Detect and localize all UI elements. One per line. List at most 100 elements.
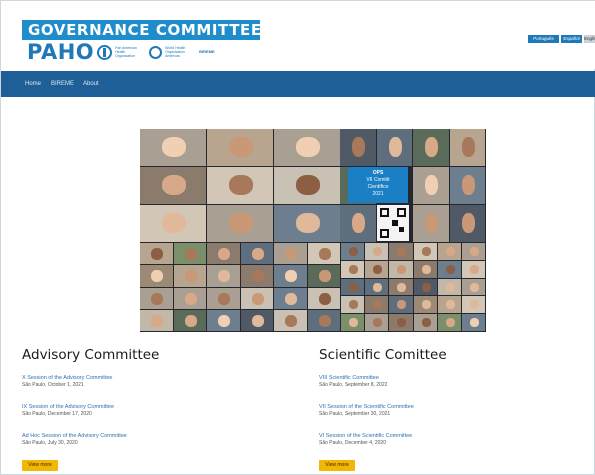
advisory-entry-link[interactable]: X Session of the Advisory Committee xyxy=(22,375,262,382)
bireme-logo-text: BIREME xyxy=(199,49,215,54)
participant-tile xyxy=(207,205,273,242)
participant-tile xyxy=(365,278,389,296)
participant-tile xyxy=(240,309,273,331)
participant-tile xyxy=(340,129,376,166)
participant-tile xyxy=(365,243,389,260)
who-org-text: World Health Organization Americas xyxy=(165,46,186,58)
participant-tile xyxy=(140,309,173,331)
participant-face xyxy=(184,248,197,260)
participant-face xyxy=(318,270,331,283)
participant-face xyxy=(162,213,186,233)
paho-logo[interactable]: PAHO Pan American Health Organization Wo… xyxy=(27,41,239,63)
participant-tile xyxy=(207,287,240,309)
scientific-view-more-button[interactable]: View more xyxy=(319,460,355,471)
participant-tile xyxy=(307,287,340,309)
participant-face xyxy=(285,292,297,305)
participant-tile xyxy=(240,243,273,265)
language-portuguese-button[interactable]: Português xyxy=(528,35,559,43)
nav-item-about[interactable]: About xyxy=(83,71,99,97)
participant-face xyxy=(318,314,331,327)
participant-tile xyxy=(173,309,206,331)
participant-face xyxy=(445,300,455,310)
participant-face xyxy=(445,282,455,292)
participant-tile xyxy=(413,243,437,260)
participant-tile xyxy=(462,296,486,314)
scientific-entry-meta: São Paulo, September 30, 2021 xyxy=(319,411,391,417)
participant-face xyxy=(397,300,407,310)
participant-tile xyxy=(437,314,461,331)
participant-face xyxy=(373,247,383,256)
participant-face xyxy=(296,175,320,195)
participant-tile xyxy=(274,265,307,287)
advisory-committee-section: Advisory Committee X Session of the Advi… xyxy=(22,347,262,471)
language-english-button[interactable]: English xyxy=(584,35,595,43)
participant-tile xyxy=(449,129,485,166)
participant-face xyxy=(397,318,407,328)
advisory-entry-link[interactable]: Ad Hoc Session of the Advisory Committee xyxy=(22,433,262,440)
participant-face xyxy=(425,175,438,195)
participant-tile xyxy=(437,260,461,278)
participant-tile xyxy=(341,314,365,331)
qr-code-icon xyxy=(377,205,409,241)
participant-face xyxy=(461,137,475,157)
participant-tile xyxy=(340,205,376,242)
scientific-committee-heading: Scientific Comittee xyxy=(319,347,447,363)
participant-face xyxy=(421,247,431,256)
participant-face xyxy=(251,270,264,283)
participant-tile xyxy=(462,278,486,296)
participant-face xyxy=(421,318,431,328)
scientific-entry-link[interactable]: VIII Scientific Committee xyxy=(319,375,559,382)
page: GOVERNANCE COMMITTEES PAHO Pan American … xyxy=(0,0,595,475)
scientific-entry-link[interactable]: VI Session of the Scientific Committee xyxy=(319,433,559,440)
participant-face xyxy=(251,314,264,327)
language-spanish-button[interactable]: Español xyxy=(561,35,582,43)
nav-item-bireme[interactable]: BIREME xyxy=(51,71,74,97)
participant-face xyxy=(421,300,431,310)
nav-item-home[interactable]: Home xyxy=(25,71,41,97)
participant-tile xyxy=(207,167,273,204)
participant-tile xyxy=(341,243,365,260)
participant-face xyxy=(373,264,383,274)
participant-tile xyxy=(365,314,389,331)
participant-tile xyxy=(389,243,413,260)
participant-tile xyxy=(376,129,412,166)
participant-face xyxy=(318,292,331,305)
advisory-committee-heading: Advisory Committee xyxy=(22,347,160,363)
participant-tile xyxy=(140,205,206,242)
participant-face xyxy=(421,282,431,292)
advisory-view-more-button[interactable]: View more xyxy=(22,460,58,471)
scientific-committee-section: Scientific Comittee VIII Scientific Comm… xyxy=(319,347,559,471)
participant-face xyxy=(184,292,197,305)
participant-face xyxy=(397,282,407,292)
scientific-entry-link[interactable]: VII Session of the Scientific Committee xyxy=(319,404,559,411)
participant-tile xyxy=(449,205,485,242)
participant-tile xyxy=(207,265,240,287)
list-item: IX Session of the Advisory Committee São… xyxy=(22,404,262,418)
participant-tile xyxy=(240,265,273,287)
participant-face xyxy=(461,175,475,195)
participant-face xyxy=(218,314,230,327)
participant-tile xyxy=(207,129,273,166)
list-item: Ad Hoc Session of the Advisory Committee… xyxy=(22,433,262,447)
advisory-entry-link[interactable]: IX Session of the Advisory Committee xyxy=(22,404,262,411)
scientific-entry-meta: São Paulo, December 4, 2020 xyxy=(319,440,386,446)
participant-face xyxy=(470,264,479,274)
participant-tile xyxy=(341,296,365,314)
participant-tile xyxy=(413,314,437,331)
participant-tile xyxy=(437,278,461,296)
participant-tile xyxy=(389,278,413,296)
participant-tile xyxy=(413,296,437,314)
participant-tile xyxy=(413,278,437,296)
paho-wordmark: PAHO xyxy=(27,40,95,64)
participant-face xyxy=(251,292,264,305)
participant-face xyxy=(425,213,438,233)
participant-face xyxy=(349,282,358,292)
paho-emblem-icon xyxy=(97,44,113,60)
scientific-entry-meta: São Paulo, September 8, 2022 xyxy=(319,382,388,388)
participant-tile xyxy=(389,260,413,278)
video-call-collage-image: OPS VII Comitê Científico 2021 xyxy=(140,129,486,332)
participant-tile xyxy=(173,265,206,287)
participant-tile xyxy=(389,314,413,331)
participant-tile xyxy=(140,243,173,265)
participant-tile xyxy=(274,309,307,331)
